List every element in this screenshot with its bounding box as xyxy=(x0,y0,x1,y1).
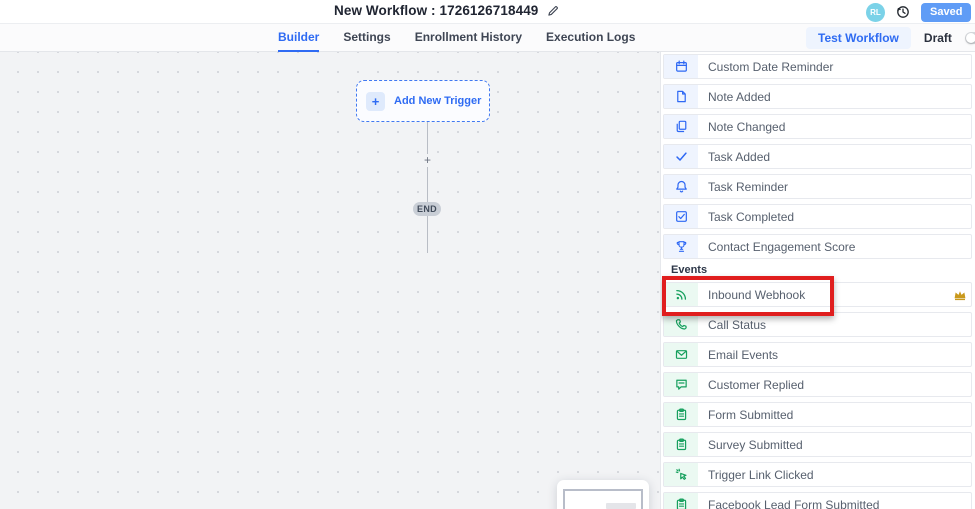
tab-bar: Builder Settings Enrollment History Exec… xyxy=(0,24,975,52)
events-section-label: Events xyxy=(671,264,971,276)
trigger-option-label: Survey Submitted xyxy=(698,438,803,452)
trigger-option-facebook-lead-form-submitted[interactable]: Facebook Lead Form Submitted xyxy=(663,492,972,509)
trigger-option-label: Customer Replied xyxy=(698,378,804,392)
note-copy-icon xyxy=(664,115,698,138)
trigger-option-label: Email Events xyxy=(698,348,778,362)
trigger-option-call-status[interactable]: Call Status xyxy=(663,312,972,337)
trigger-option-custom-date-reminder[interactable]: Custom Date Reminder xyxy=(663,54,972,79)
webhook-icon xyxy=(664,283,698,306)
email-icon xyxy=(664,343,698,366)
trigger-option-note-added[interactable]: Note Added xyxy=(663,84,972,109)
end-node: END xyxy=(413,202,441,216)
trigger-option-email-events[interactable]: Email Events xyxy=(663,342,972,367)
trigger-option-label: Trigger Link Clicked xyxy=(698,468,814,482)
edit-title-icon[interactable] xyxy=(547,5,559,17)
trigger-option-label: Note Changed xyxy=(698,120,785,134)
bell-icon xyxy=(664,175,698,198)
trigger-option-label: Facebook Lead Form Submitted xyxy=(698,498,879,509)
trigger-option-label: Contact Engagement Score xyxy=(698,240,855,254)
workflow-canvas[interactable]: + Add New Trigger + END xyxy=(0,52,660,509)
draft-label: Draft xyxy=(924,31,952,45)
avatar[interactable]: RL xyxy=(866,3,885,22)
preview-frame xyxy=(563,489,643,509)
trigger-option-label: Inbound Webhook xyxy=(698,288,805,302)
preview-placeholder-bar xyxy=(606,503,636,509)
tab-builder[interactable]: Builder xyxy=(278,24,319,52)
chat-icon xyxy=(664,373,698,396)
clipboard-icon xyxy=(664,403,698,426)
plus-icon: + xyxy=(366,92,385,111)
header-right-cluster: RL Saved xyxy=(866,0,971,24)
task-check-icon xyxy=(664,205,698,228)
trophy-icon xyxy=(664,235,698,258)
toggle-knob xyxy=(966,33,975,43)
trigger-option-task-reminder[interactable]: Task Reminder xyxy=(663,174,972,199)
history-clock-icon[interactable] xyxy=(896,5,910,19)
phone-icon xyxy=(664,313,698,336)
tabs: Builder Settings Enrollment History Exec… xyxy=(278,24,635,52)
trigger-option-label: Task Added xyxy=(698,150,770,164)
trigger-option-customer-replied[interactable]: Customer Replied xyxy=(663,372,972,397)
trigger-option-inbound-webhook[interactable]: Inbound Webhook xyxy=(663,282,972,307)
workflow-title-wrap: New Workflow : 1726126718449 xyxy=(334,3,559,18)
publish-toggle[interactable] xyxy=(965,32,975,44)
check-icon xyxy=(664,145,698,168)
saved-button[interactable]: Saved xyxy=(921,3,971,22)
trigger-option-label: Note Added xyxy=(698,90,771,104)
trigger-option-task-added[interactable]: Task Added xyxy=(663,144,972,169)
trigger-option-label: Form Submitted xyxy=(698,408,793,422)
clipboard-icon xyxy=(664,433,698,456)
tab-settings[interactable]: Settings xyxy=(343,24,390,52)
trigger-option-label: Task Reminder xyxy=(698,180,788,194)
trigger-option-label: Task Completed xyxy=(698,210,794,224)
workflow-builder-app: New Workflow : 1726126718449 RL Saved Bu… xyxy=(0,0,975,509)
trigger-option-form-submitted[interactable]: Form Submitted xyxy=(663,402,972,427)
add-step-plus-icon[interactable]: + xyxy=(421,154,434,167)
note-icon xyxy=(664,85,698,108)
preview-popup xyxy=(557,480,649,509)
trigger-option-trigger-link-clicked[interactable]: Trigger Link Clicked xyxy=(663,462,972,487)
premium-crown-icon xyxy=(953,288,967,302)
trigger-option-task-completed[interactable]: Task Completed xyxy=(663,204,972,229)
trigger-option-label: Custom Date Reminder xyxy=(698,60,833,74)
clipboard-icon xyxy=(664,493,698,509)
trigger-options-sidebar: Custom Date Reminder Note Added Note Cha… xyxy=(660,52,975,509)
trigger-option-note-changed[interactable]: Note Changed xyxy=(663,114,972,139)
trigger-option-label: Call Status xyxy=(698,318,766,332)
top-header: New Workflow : 1726126718449 RL Saved xyxy=(0,0,975,24)
link-click-icon xyxy=(664,463,698,486)
add-new-trigger-card[interactable]: + Add New Trigger xyxy=(356,80,490,122)
add-new-trigger-label: Add New Trigger xyxy=(394,95,481,107)
trigger-option-contact-engagement-score[interactable]: Contact Engagement Score xyxy=(663,234,972,259)
tab-execution-logs[interactable]: Execution Logs xyxy=(546,24,635,52)
trigger-option-survey-submitted[interactable]: Survey Submitted xyxy=(663,432,972,457)
workflow-actions: Test Workflow Draft Publish xyxy=(806,24,975,52)
page-title: New Workflow : 1726126718449 xyxy=(334,3,538,18)
calendar-icon xyxy=(664,55,698,78)
tab-enrollment-history[interactable]: Enrollment History xyxy=(415,24,522,52)
test-workflow-button[interactable]: Test Workflow xyxy=(806,27,911,49)
connector-line xyxy=(427,122,428,253)
